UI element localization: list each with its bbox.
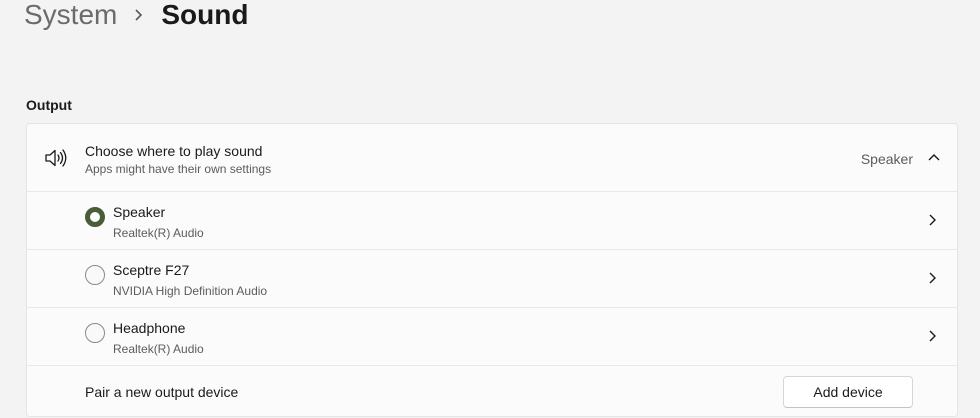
- device-row-speaker[interactable]: Speaker Realtek(R) Audio: [27, 192, 957, 250]
- chevron-right-icon: [117, 0, 161, 34]
- section-title-output: Output: [26, 97, 72, 113]
- chevron-right-icon[interactable]: [927, 329, 939, 343]
- speaker-icon: [44, 147, 68, 169]
- device-name: Sceptre F27: [113, 262, 190, 278]
- device-row-sceptre-f27[interactable]: Sceptre F27 NVIDIA High Definition Audio: [27, 250, 957, 308]
- chevron-right-icon[interactable]: [927, 213, 939, 227]
- header-title: Choose where to play sound: [85, 143, 263, 159]
- device-driver: Realtek(R) Audio: [113, 342, 204, 356]
- device-driver: Realtek(R) Audio: [113, 226, 204, 240]
- device-row-headphone[interactable]: Headphone Realtek(R) Audio: [27, 308, 957, 366]
- breadcrumb: System Sound: [24, 0, 248, 34]
- output-card: Choose where to play sound Apps might ha…: [26, 123, 958, 417]
- device-driver: NVIDIA High Definition Audio: [113, 284, 268, 298]
- page-title: Sound: [161, 0, 249, 30]
- chevron-up-icon[interactable]: [927, 150, 941, 164]
- radio-button-headphone[interactable]: [85, 323, 105, 343]
- selected-output-value: Speaker: [860, 151, 913, 167]
- pair-device-row: Pair a new output device Add device: [27, 366, 957, 416]
- device-name: Headphone: [113, 320, 186, 336]
- radio-button-speaker[interactable]: [85, 207, 105, 227]
- chevron-right-icon[interactable]: [927, 271, 939, 285]
- radio-button-sceptre-f27[interactable]: [85, 265, 105, 285]
- pair-device-label: Pair a new output device: [85, 384, 239, 400]
- device-name: Speaker: [113, 204, 166, 220]
- header-subtitle: Apps might have their own settings: [85, 162, 272, 176]
- add-device-button[interactable]: Add device: [783, 376, 913, 408]
- output-device-expander[interactable]: Choose where to play sound Apps might ha…: [27, 124, 957, 192]
- breadcrumb-system[interactable]: System: [24, 0, 117, 31]
